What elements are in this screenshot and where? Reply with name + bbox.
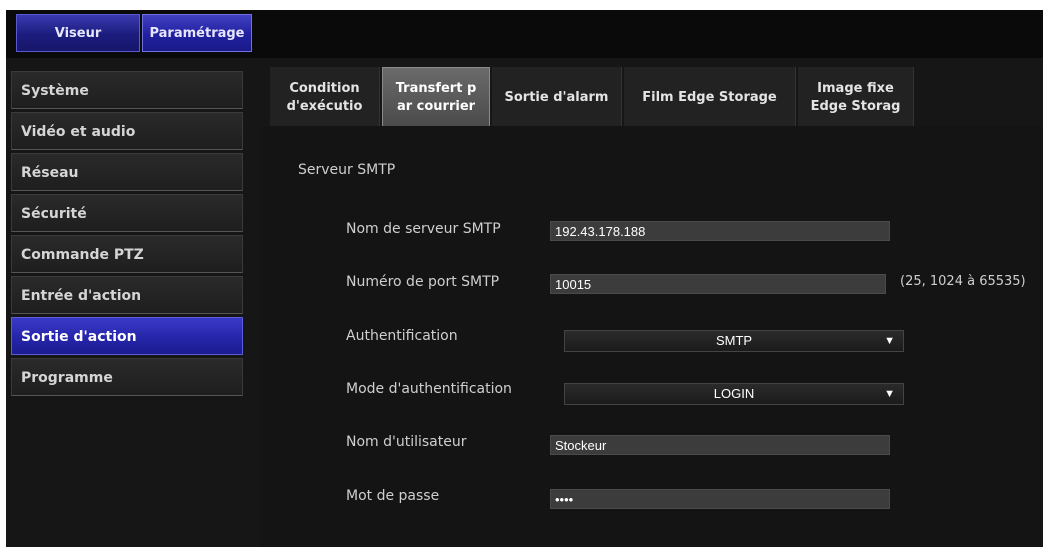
username-label: Nom d'utilisateur	[346, 434, 467, 450]
app-frame: Viseur Paramétrage Système Vidéo et audi…	[6, 10, 1043, 547]
top-navigation: Viseur Paramétrage	[6, 10, 1043, 58]
smtp-port-range-hint: (25, 1024 à 65535)	[900, 274, 1026, 289]
tab-content: Serveur SMTP Nom de serveur SMTP Numéro …	[260, 126, 1043, 547]
smtp-port-input[interactable]	[550, 274, 886, 294]
tab-still-image-edge-storage[interactable]: Image fixe Edge Storag	[798, 67, 914, 129]
sidebar-item-security[interactable]: Sécurité	[11, 194, 243, 232]
sidebar-item-ptz-control[interactable]: Commande PTZ	[11, 235, 243, 273]
tab-label: Condition d'exécutio	[286, 81, 363, 114]
authentication-label: Authentification	[346, 328, 458, 344]
smtp-server-name-input[interactable]	[550, 221, 890, 241]
authentication-select[interactable]: SMTP ▼	[564, 330, 904, 352]
smtp-server-name-label: Nom de serveur SMTP	[346, 221, 501, 237]
authentication-select-value: SMTP	[715, 333, 753, 348]
tab-label: Film Edge Storage	[642, 90, 777, 105]
tab-mail-transfer[interactable]: Transfert p ar courrier	[382, 67, 490, 129]
sidebar-item-action-output[interactable]: Sortie d'action	[11, 317, 243, 355]
authentication-mode-select[interactable]: LOGIN ▼	[564, 383, 904, 405]
tab-label: Transfert p ar courrier	[395, 81, 477, 114]
sidebar-item-action-input[interactable]: Entrée d'action	[11, 276, 243, 314]
sidebar-item-network[interactable]: Réseau	[11, 153, 243, 191]
tab-label: Sortie d'alarm	[504, 90, 609, 105]
tab-label: Image fixe Edge Storag	[810, 81, 901, 114]
authentication-mode-label: Mode d'authentification	[346, 381, 512, 397]
smtp-port-label: Numéro de port SMTP	[346, 274, 500, 290]
sidebar: Système Vidéo et audio Réseau Sécurité C…	[11, 71, 243, 399]
authentication-mode-select-value: LOGIN	[713, 386, 755, 401]
settings-button[interactable]: Paramétrage	[142, 14, 252, 52]
sidebar-item-schedule[interactable]: Programme	[11, 358, 243, 396]
password-label: Mot de passe	[346, 488, 440, 504]
tab-film-edge-storage[interactable]: Film Edge Storage	[624, 67, 796, 129]
username-input[interactable]	[550, 435, 890, 455]
tab-execution-condition[interactable]: Condition d'exécutio	[270, 67, 380, 129]
dropdown-arrow-icon: ▼	[884, 388, 895, 400]
sidebar-item-system[interactable]: Système	[11, 71, 243, 109]
tab-alarm-output[interactable]: Sortie d'alarm	[492, 67, 622, 129]
section-title-smtp-server: Serveur SMTP	[298, 162, 396, 178]
main-panel: Système Vidéo et audio Réseau Sécurité C…	[6, 58, 1043, 547]
password-input[interactable]	[550, 489, 890, 509]
dropdown-arrow-icon: ▼	[884, 335, 895, 347]
content-area: Condition d'exécutio Transfert p ar cour…	[260, 58, 1043, 547]
viewer-button[interactable]: Viseur	[16, 14, 140, 52]
sidebar-item-video-audio[interactable]: Vidéo et audio	[11, 112, 243, 150]
